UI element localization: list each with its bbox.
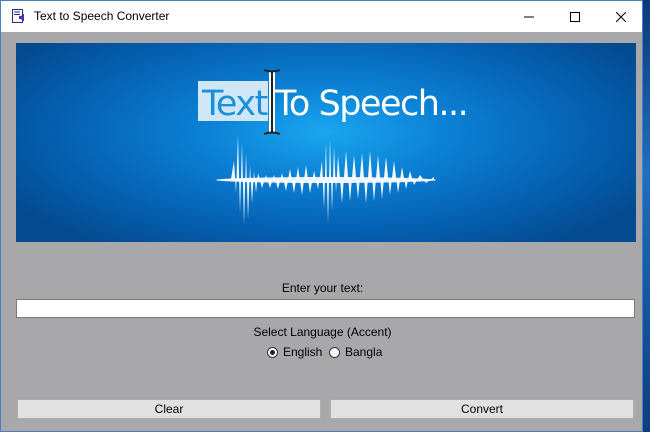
minimize-icon bbox=[524, 16, 534, 17]
close-button[interactable] bbox=[598, 1, 644, 32]
maximize-icon bbox=[570, 11, 580, 22]
speaker-document-icon bbox=[11, 8, 27, 24]
sound-wave-graphic bbox=[216, 135, 436, 225]
radio-english-label: English bbox=[283, 345, 323, 359]
clear-button[interactable]: Clear bbox=[17, 399, 321, 419]
app-window: Text to Speech Converter Text To Speech.… bbox=[0, 0, 643, 432]
radio-selected-icon[interactable] bbox=[267, 346, 278, 358]
radio-english[interactable]: English bbox=[267, 345, 322, 359]
desktop-background bbox=[643, 0, 650, 432]
radio-unselected-icon[interactable] bbox=[329, 346, 340, 358]
banner-rest-text: To Speech... bbox=[274, 84, 467, 124]
maximize-button[interactable] bbox=[552, 1, 598, 32]
enter-text-label: Enter your text: bbox=[281, 281, 364, 295]
radio-bangla-label: Bangla bbox=[345, 345, 383, 359]
banner-highlighted-word: Text bbox=[201, 84, 268, 124]
minimize-button[interactable] bbox=[506, 1, 552, 32]
window-title: Text to Speech Converter bbox=[34, 9, 170, 23]
title-bar: Text to Speech Converter bbox=[1, 1, 642, 32]
text-input-field[interactable] bbox=[16, 299, 635, 318]
convert-button[interactable]: Convert bbox=[330, 399, 634, 419]
radio-bangla[interactable]: Bangla bbox=[329, 345, 382, 359]
close-icon bbox=[616, 11, 626, 22]
text-to-speech-banner: Text To Speech... bbox=[16, 43, 636, 242]
select-language-label: Select Language (Accent) bbox=[253, 325, 392, 339]
